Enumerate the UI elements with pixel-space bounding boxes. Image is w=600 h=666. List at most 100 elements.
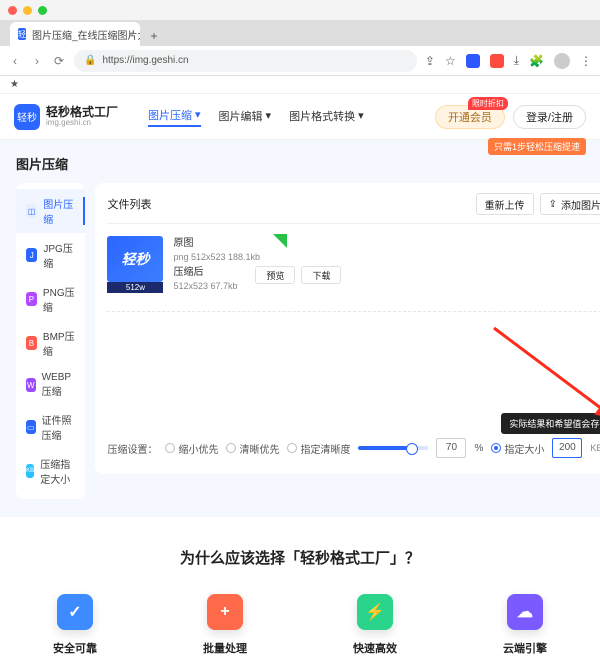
sidebar-item-png[interactable]: P PNG压缩: [16, 277, 85, 321]
sidebar-item-jpg[interactable]: J JPG压缩: [16, 233, 85, 277]
back-icon[interactable]: ‹: [8, 54, 22, 68]
zoom-window[interactable]: [38, 6, 47, 15]
nav-image-edit[interactable]: 图片编辑 ▾: [219, 107, 272, 127]
image-compress-icon: ◫: [26, 204, 37, 218]
features-row: ✓ 安全可靠 + 批量处理 ⚡ 快速高效 ☁ 云端引擎: [0, 594, 600, 656]
png-icon: P: [26, 292, 37, 306]
feature-cloud: ☁ 云端引擎: [503, 594, 547, 656]
sidebar-item-bmp[interactable]: B BMP压缩: [16, 321, 85, 365]
radio-clear-priority[interactable]: 清晰优先: [226, 441, 279, 456]
sidebar-item-target-size[interactable]: KB 压缩指定大小: [16, 449, 85, 493]
upload-icon: ⇪: [549, 199, 557, 210]
reupload-button[interactable]: 重新上传: [476, 193, 534, 215]
extensions-icon[interactable]: 🧩: [529, 54, 544, 68]
login-label: 登录/注册: [526, 109, 573, 125]
panel-header: 文件列表 重新上传 ⇪添加图片 ⤓全部下载: [107, 193, 600, 224]
percent-unit: %: [474, 443, 483, 454]
file-thumbnail[interactable]: 轻秒 512w: [107, 236, 163, 293]
chevron-down-icon: ▾: [195, 108, 201, 121]
sidebar-item-idphoto[interactable]: ▭ 证件照压缩: [16, 405, 85, 449]
extension-icon-1[interactable]: [466, 54, 480, 68]
batch-icon: +: [207, 594, 243, 630]
sidebar-item-label: 压缩指定大小: [40, 456, 75, 486]
radio-set-clarity[interactable]: 指定清晰度: [287, 441, 350, 456]
why-section: 为什么应该选择「轻秒格式工厂」？ ✓ 安全可靠 + 批量处理 ⚡ 快速高效 ☁ …: [0, 517, 600, 666]
cloud-icon: ☁: [507, 594, 543, 630]
bmp-icon: B: [26, 336, 37, 350]
close-window[interactable]: [8, 6, 17, 15]
login-button[interactable]: 登录/注册: [513, 105, 586, 129]
address-bar[interactable]: 🔒 https://img.geshi.cn: [74, 50, 417, 72]
tab-close-icon[interactable]: ×: [128, 29, 134, 40]
browser-toolbar: ‹ › ⟳ 🔒 https://img.geshi.cn ⇪ ☆ ⤓ 🧩 ⋮: [0, 46, 600, 76]
download-button[interactable]: 下载: [301, 266, 341, 284]
share-icon[interactable]: ⇪: [425, 54, 435, 68]
site-header: 轻秒 轻秒格式工厂 img.geshi.cn 图片压缩 ▾ 图片编辑 ▾ 图片格…: [0, 94, 600, 140]
clarity-slider[interactable]: [358, 446, 428, 450]
reload-icon[interactable]: ⟳: [52, 54, 66, 68]
sidebar-item-label: 图片压缩: [43, 196, 75, 226]
add-image-button[interactable]: ⇪添加图片: [540, 193, 600, 215]
hero-title: 图片压缩: [16, 154, 584, 173]
file-meta: 原图 png 512x523 188.1kb 压缩后 512x523 67.7k…: [173, 236, 260, 293]
nav-label: 图片格式转换: [289, 108, 355, 124]
feature-fast: ⚡ 快速高效: [353, 594, 397, 656]
shield-icon: ✓: [57, 594, 93, 630]
main-panel: 文件列表 重新上传 ⇪添加图片 ⤓全部下载 轻秒 512w 原图 png 512…: [95, 183, 600, 474]
settings-label: 压缩设置：: [107, 441, 157, 456]
minimize-window[interactable]: [23, 6, 32, 15]
download-icon[interactable]: ⤓: [514, 53, 519, 68]
preview-button[interactable]: 预览: [255, 266, 295, 284]
nav-image-compress[interactable]: 图片压缩 ▾: [148, 107, 201, 127]
page-content: 轻秒 轻秒格式工厂 img.geshi.cn 图片压缩 ▾ 图片编辑 ▾ 图片格…: [0, 94, 600, 666]
idphoto-icon: ▭: [26, 420, 36, 434]
star-icon[interactable]: ☆: [445, 54, 456, 68]
feature-batch: + 批量处理: [203, 594, 247, 656]
browser-tab-active[interactable]: 轻 图片压缩_在线压缩图片大小_轻 ×: [10, 22, 140, 46]
logo-title: 轻秒格式工厂: [46, 106, 118, 119]
size-unit: KB: [590, 443, 600, 453]
forward-icon[interactable]: ›: [30, 54, 44, 68]
sidebar: ◫ 图片压缩 J JPG压缩 P PNG压缩 B BMP压缩 W WEBP压: [16, 183, 85, 499]
lock-icon: 🔒: [84, 55, 96, 66]
nav-label: 图片压缩: [148, 107, 192, 123]
site-logo[interactable]: 轻秒 轻秒格式工厂 img.geshi.cn: [14, 104, 118, 130]
after-label: 压缩后: [173, 265, 260, 280]
url-text: https://img.geshi.cn: [102, 55, 188, 66]
new-tab-button[interactable]: +: [144, 26, 164, 46]
menu-icon[interactable]: ⋮: [580, 54, 592, 68]
promo-float-tag: 只需1步轻松压缩提速: [488, 138, 586, 155]
sidebar-item-label: 证件照压缩: [42, 412, 76, 442]
profile-avatar[interactable]: [554, 53, 570, 69]
thumb-badge: 512w: [107, 282, 163, 293]
sidebar-item-label: BMP压缩: [43, 328, 76, 358]
clarity-input[interactable]: 70: [436, 438, 466, 458]
vip-button[interactable]: 开通会员 限时折扣: [435, 105, 505, 129]
radio-shrink-priority[interactable]: 缩小优先: [165, 441, 218, 456]
orig-label: 原图: [173, 236, 260, 251]
why-title: 为什么应该选择「轻秒格式工厂」？: [0, 547, 600, 568]
vip-label: 开通会员: [448, 109, 492, 125]
speed-icon: ⚡: [357, 594, 393, 630]
sidebar-item-label: JPG压缩: [43, 240, 75, 270]
favicon-icon: 轻: [18, 28, 26, 40]
sidebar-item-image-compress[interactable]: ◫ 图片压缩: [16, 189, 85, 233]
size-input[interactable]: 200: [552, 438, 582, 458]
nav-format-convert[interactable]: 图片格式转换 ▾: [289, 107, 364, 127]
sidebar-item-webp[interactable]: W WEBP压缩: [16, 365, 85, 405]
bookmark-bar: ★: [0, 76, 600, 94]
bookmarks-icon[interactable]: ★: [10, 79, 19, 90]
sidebar-item-label: WEBP压缩: [42, 372, 76, 398]
radio-set-size[interactable]: 指定大小: [491, 441, 544, 456]
extension-icon-2[interactable]: [490, 54, 504, 68]
thumb-image: 轻秒: [107, 236, 163, 282]
chevron-down-icon: ▾: [358, 109, 364, 122]
feature-label: 安全可靠: [53, 640, 97, 656]
logo-icon: 轻秒: [14, 104, 40, 130]
nav-label: 图片编辑: [219, 108, 263, 124]
orig-info: png 512x523 188.1kb: [173, 251, 260, 265]
feature-label: 云端引擎: [503, 640, 547, 656]
panel-title: 文件列表: [107, 196, 151, 212]
hero-section: 图片压缩 ◫ 图片压缩 J JPG压缩 P PNG压缩 B BMP压缩: [0, 140, 600, 517]
webp-icon: W: [26, 378, 36, 392]
